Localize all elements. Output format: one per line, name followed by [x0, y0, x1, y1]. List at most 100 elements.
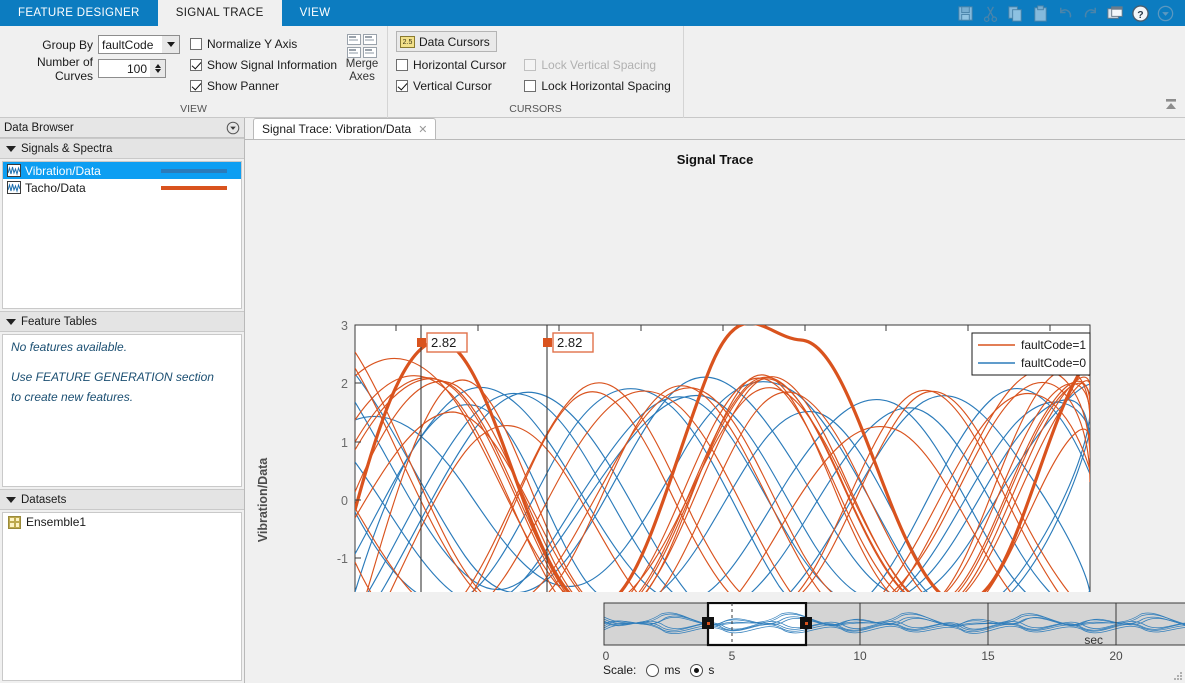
- scale-radio-ms[interactable]: ms: [646, 663, 680, 677]
- svg-text:20: 20: [1109, 649, 1123, 663]
- panner-tick-labels: 0 5 10 15 20 25: [603, 649, 1123, 663]
- datasets-list: Ensemble1: [2, 512, 242, 681]
- list-item[interactable]: Vibration/Data: [3, 162, 241, 179]
- signal-name: Tacho/Data: [25, 180, 86, 195]
- signal-trace-chart[interactable]: Vibration/Data 3 2 1 0 -1 -2 -3: [245, 162, 1185, 592]
- svg-text:15: 15: [981, 649, 995, 663]
- y-axis-label: Vibration/Data: [256, 457, 270, 543]
- merge-axes-icon: [347, 34, 378, 58]
- dataset-name: Ensemble1: [26, 515, 87, 529]
- radio-button: [690, 663, 704, 677]
- group-by-label: Group By: [42, 37, 93, 52]
- signal-icon: [7, 181, 21, 194]
- feature-hint-line1: Use FEATURE GENERATION section: [11, 370, 214, 384]
- checkbox-box: [190, 58, 202, 71]
- signals-list: Vibration/Data Tacho/Data: [2, 161, 242, 309]
- chart-legend[interactable]: faultCode=1 faultCode=0: [971, 332, 1091, 376]
- tab-view[interactable]: VIEW: [282, 0, 349, 26]
- document-tab-label: Signal Trace: Vibration/Data: [262, 122, 412, 136]
- panner-unit-label: sec: [1084, 633, 1103, 647]
- undo-icon[interactable]: [1056, 4, 1075, 23]
- cut-icon[interactable]: [981, 4, 1000, 23]
- cursor-1-y-value: 2.82: [431, 335, 456, 350]
- merge-axes-button[interactable]: Merge Axes: [345, 32, 379, 84]
- lock-horizontal-spacing-checkbox[interactable]: Lock Horizontal Spacing: [524, 75, 671, 96]
- legend-entry-1: faultCode=0: [1021, 356, 1086, 370]
- copy-icon[interactable]: [1006, 4, 1025, 23]
- feature-tables-section: Feature Tables: [0, 311, 244, 332]
- svg-text:0: 0: [603, 649, 610, 663]
- checkbox-box: [190, 37, 202, 50]
- datasets-section-header[interactable]: Datasets: [0, 490, 244, 510]
- no-features-message: No features available.: [11, 340, 128, 354]
- redo-icon[interactable]: [1081, 4, 1100, 23]
- close-icon[interactable]: ✕: [418, 123, 427, 136]
- signals-section: Signals & Spectra: [0, 138, 244, 159]
- radio-button: [646, 663, 660, 677]
- save-icon[interactable]: [956, 4, 975, 23]
- help-icon[interactable]: ?: [1131, 4, 1150, 23]
- signal-color-swatch: [146, 185, 241, 190]
- scale-control: Scale: ms s: [603, 663, 714, 677]
- feature-tables-section-title: Feature Tables: [21, 315, 97, 328]
- chevron-down-icon: [6, 318, 16, 325]
- number-of-curves-stepper[interactable]: 100: [98, 59, 166, 78]
- scale-ms-label: ms: [664, 663, 681, 677]
- lock-vertical-spacing-label: Lock Vertical Spacing: [541, 57, 657, 72]
- number-of-curves-value: 100: [126, 61, 147, 76]
- ribbon-tab-bar: FEATURE DESIGNER SIGNAL TRACE VIEW ?: [0, 0, 1185, 26]
- vertical-cursor-label: Vertical Cursor: [413, 78, 492, 93]
- svg-text:?: ?: [1137, 9, 1143, 20]
- feature-tables-body: No features available. Use FEATURE GENER…: [2, 334, 242, 487]
- list-item[interactable]: Ensemble1: [3, 513, 241, 531]
- tab-signal-trace[interactable]: SIGNAL TRACE: [157, 0, 282, 26]
- show-signal-information-checkbox[interactable]: Show Signal Information: [190, 54, 337, 75]
- ribbon-group-view-label: VIEW: [180, 103, 207, 115]
- legend-entry-0: faultCode=1: [1021, 338, 1086, 352]
- scale-radio-s[interactable]: s: [690, 663, 714, 677]
- list-item[interactable]: Tacho/Data: [3, 179, 241, 196]
- stepper-arrows-icon[interactable]: [150, 60, 165, 77]
- svg-text:1: 1: [341, 436, 348, 450]
- scale-s-label: s: [708, 663, 715, 677]
- checkbox-box: [396, 79, 408, 92]
- merge-axes-label-line1: Merge: [345, 58, 379, 70]
- checkbox-box: [524, 79, 537, 92]
- show-signal-information-label: Show Signal Information: [207, 57, 338, 72]
- ribbon-group-cursors: 2.5 Data Cursors Horizontal Cursor Verti…: [388, 26, 684, 118]
- feature-tables-section-header[interactable]: Feature Tables: [0, 312, 244, 332]
- data-cursor-icon: 2.5: [400, 35, 415, 48]
- svg-text:3: 3: [341, 319, 348, 333]
- signals-section-title: Signals & Spectra: [21, 142, 113, 155]
- normalize-y-axis-checkbox[interactable]: Normalize Y Axis: [190, 33, 337, 54]
- main-area: Data Browser Signals & Spectra Vibration…: [0, 118, 1185, 683]
- resize-grip-icon[interactable]: [1173, 671, 1183, 681]
- group-by-value: faultCode: [102, 37, 154, 52]
- data-cursors-button[interactable]: 2.5 Data Cursors: [396, 31, 497, 52]
- datasets-section-title: Datasets: [21, 493, 67, 506]
- layout-icon[interactable]: [1106, 4, 1125, 23]
- data-browser-panel: Data Browser Signals & Spectra Vibration…: [0, 118, 245, 683]
- dropdown-icon[interactable]: [1156, 4, 1175, 23]
- chevron-down-icon: [6, 145, 16, 152]
- chevron-down-icon: [162, 36, 179, 53]
- svg-text:2: 2: [341, 377, 348, 391]
- vertical-cursor-checkbox[interactable]: Vertical Cursor: [396, 75, 506, 96]
- signal-icon: [7, 164, 21, 177]
- lock-horizontal-spacing-label: Lock Horizontal Spacing: [541, 78, 671, 93]
- ribbon: Group By faultCode Number of Curves 100: [0, 26, 1185, 118]
- document-area: Signal Trace: Vibration/Data ✕ Signal Tr…: [245, 118, 1185, 683]
- merge-axes-label-line2: Axes: [349, 71, 375, 83]
- svg-text:-1: -1: [337, 552, 348, 566]
- tab-feature-designer[interactable]: FEATURE DESIGNER: [0, 0, 158, 26]
- panel-options-icon[interactable]: [226, 121, 240, 135]
- paste-icon[interactable]: [1031, 4, 1050, 23]
- show-panner-label: Show Panner: [207, 78, 280, 93]
- ribbon-group-cursors-label: CURSORS: [509, 103, 562, 115]
- horizontal-cursor-checkbox[interactable]: Horizontal Cursor: [396, 54, 506, 75]
- group-by-dropdown[interactable]: faultCode: [98, 35, 180, 54]
- document-tab-signal-trace[interactable]: Signal Trace: Vibration/Data ✕: [253, 118, 437, 139]
- signals-section-header[interactable]: Signals & Spectra: [0, 139, 244, 159]
- show-panner-checkbox[interactable]: Show Panner: [190, 75, 337, 96]
- collapse-ribbon-icon[interactable]: [1163, 97, 1179, 113]
